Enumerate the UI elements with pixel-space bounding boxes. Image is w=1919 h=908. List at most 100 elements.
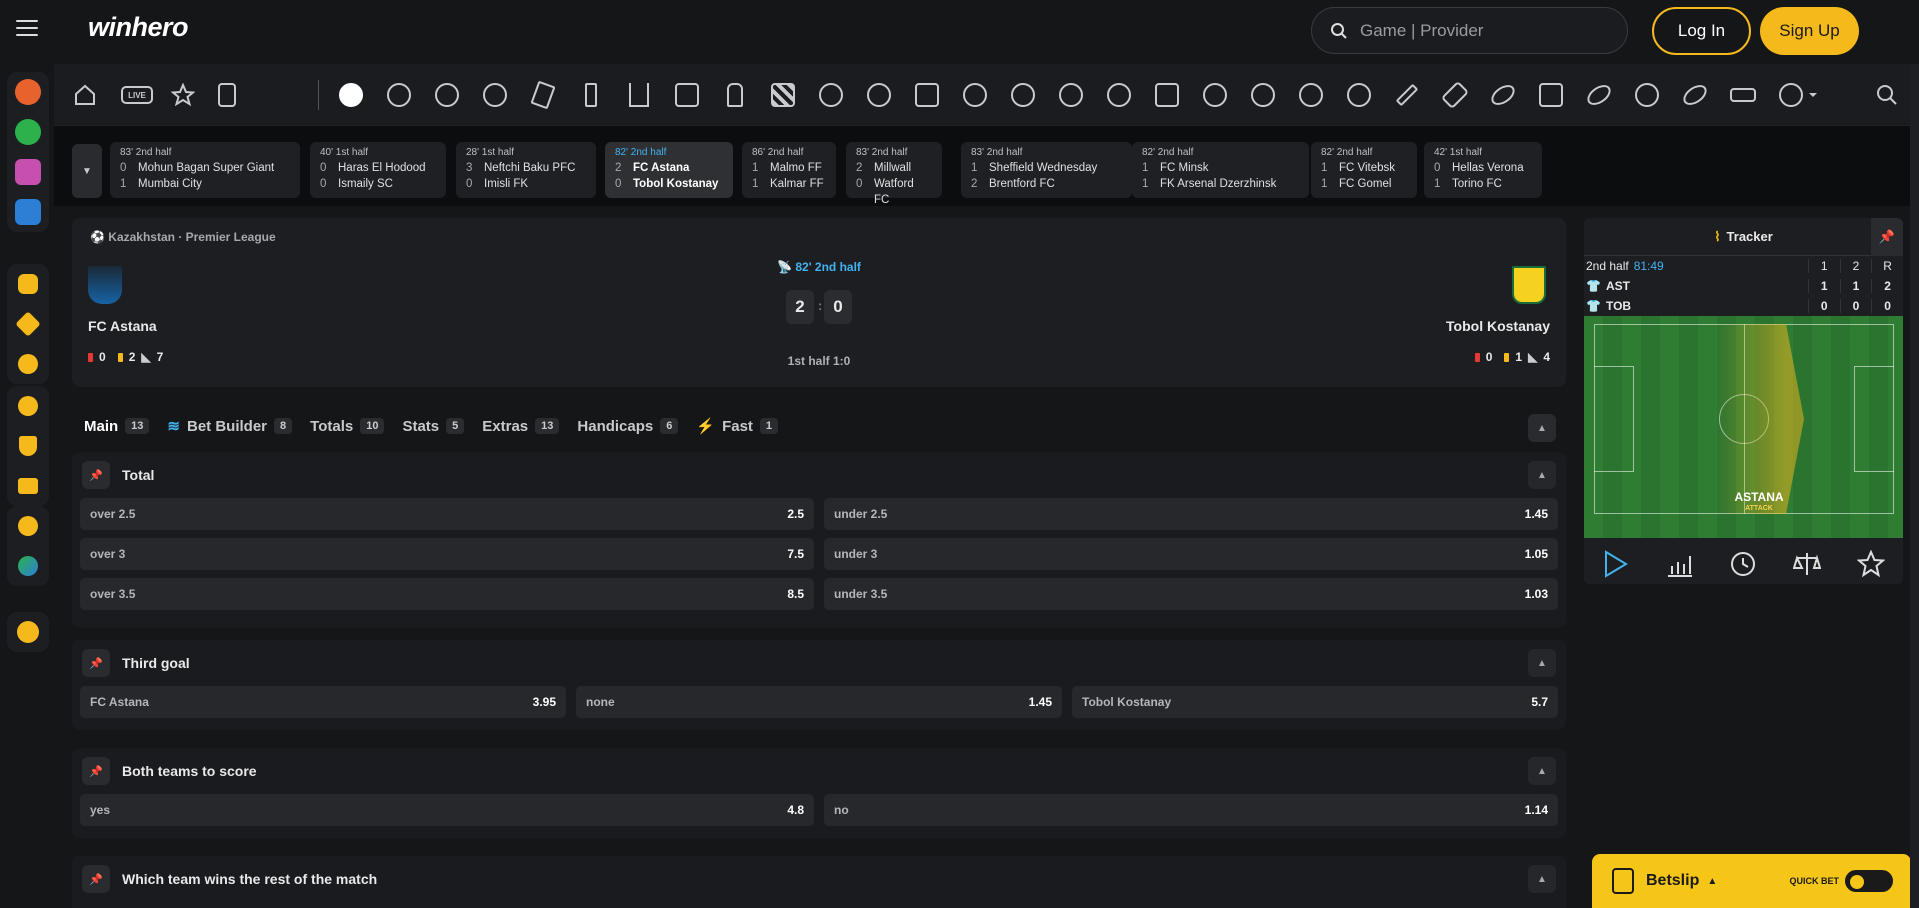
odd-button[interactable]: no 1.14 xyxy=(824,794,1558,826)
dice-icon[interactable] xyxy=(7,264,49,304)
lol-icon[interactable] xyxy=(912,80,942,110)
live-match-card-selected[interactable]: 82' 2nd half 2 FC Astana 0 Tobol Kostanay xyxy=(605,142,733,198)
market-collapse-button[interactable]: ▲ xyxy=(1528,461,1556,489)
dota-icon[interactable] xyxy=(672,80,702,110)
scrollbar[interactable] xyxy=(1910,64,1919,908)
odd-button[interactable]: over 3 7.5 xyxy=(80,538,814,570)
cs-icon[interactable] xyxy=(576,80,606,110)
badminton-icon[interactable] xyxy=(1248,80,1278,110)
signup-button[interactable]: Sign Up xyxy=(1760,7,1859,55)
mma-icon[interactable] xyxy=(1728,80,1758,110)
play-icon[interactable] xyxy=(1601,549,1631,579)
betslip-history-icon[interactable] xyxy=(212,80,242,110)
download-icon[interactable] xyxy=(7,612,49,652)
rugby-icon[interactable] xyxy=(1056,80,1086,110)
rugby-ball-icon[interactable] xyxy=(1583,80,1615,110)
sports-icon[interactable] xyxy=(7,72,49,112)
odd-button[interactable]: over 2.5 2.5 xyxy=(80,498,814,530)
collapse-all-button[interactable]: ▲ xyxy=(1528,414,1556,442)
trophy-icon[interactable] xyxy=(7,426,49,466)
market-collapse-button[interactable]: ▲ xyxy=(1528,865,1556,893)
betslip-panel[interactable]: Betslip ▲ QUICK BET xyxy=(1592,854,1911,908)
hockey-icon[interactable] xyxy=(528,80,558,110)
aussie-rules-icon[interactable] xyxy=(1679,80,1711,110)
tab-totals[interactable]: Totals 10 xyxy=(310,418,385,435)
odd-button[interactable]: yes 4.8 xyxy=(80,794,814,826)
live-match-card[interactable]: 82' 2nd half 1 FC Vitebsk 1 FC Gomel xyxy=(1311,142,1417,198)
cricket-icon[interactable] xyxy=(1392,80,1422,110)
chess-icon[interactable] xyxy=(720,80,750,110)
odd-button[interactable]: over 3.5 8.5 xyxy=(80,578,814,610)
pin-icon[interactable]: 📌 xyxy=(82,865,110,893)
volta-icon[interactable] xyxy=(960,80,990,110)
tennis-icon[interactable] xyxy=(7,344,49,384)
pin-icon[interactable]: 📌 xyxy=(82,757,110,785)
quick-bet-toggle[interactable] xyxy=(1845,870,1893,892)
tab-main[interactable]: Main 13 xyxy=(84,418,150,435)
promo-chest-icon[interactable] xyxy=(7,192,49,232)
live-match-card[interactable]: 83' 2nd half 0 Mohun Bagan Super Giant 1M… xyxy=(110,142,300,198)
tab-handicaps[interactable]: Handicaps 6 xyxy=(577,418,679,435)
search-sports-icon[interactable] xyxy=(1872,80,1902,110)
live-icon[interactable]: LIVE xyxy=(120,80,154,110)
american-football-icon[interactable] xyxy=(1487,80,1519,110)
football-icon[interactable] xyxy=(336,80,366,110)
boxing-icon[interactable] xyxy=(1152,80,1182,110)
tab-extras[interactable]: Extras 13 xyxy=(482,418,560,435)
tab-bet-builder[interactable]: ≋ Bet Builder 8 xyxy=(167,417,293,435)
esports-football-icon[interactable] xyxy=(384,80,414,110)
tracker-pin-button[interactable]: 📌 xyxy=(1871,218,1903,256)
table-tennis-icon[interactable] xyxy=(1104,80,1134,110)
bonus-icon[interactable] xyxy=(7,386,49,426)
market-collapse-button[interactable]: ▲ xyxy=(1528,649,1556,677)
penalty-icon[interactable] xyxy=(1008,80,1038,110)
stats-chart-icon[interactable] xyxy=(1665,549,1695,579)
chat-icon[interactable] xyxy=(7,506,49,546)
odd-button[interactable]: Tobol Kostanay 5.7 xyxy=(1072,686,1558,718)
volleyball-icon[interactable] xyxy=(864,80,894,110)
live-match-card[interactable]: 86' 2nd half 1 Malmo FF 1 Kalmar FF xyxy=(742,142,836,198)
live-match-card[interactable]: 82' 2nd half 1 FC Minsk 1 FK Arsenal Dzerz… xyxy=(1132,142,1309,198)
tab-stats[interactable]: Stats 5 xyxy=(402,418,465,435)
login-button[interactable]: Log In xyxy=(1652,7,1751,55)
crown-icon[interactable] xyxy=(7,466,49,506)
odd-button[interactable]: FC Astana 3.95 xyxy=(80,686,566,718)
odd-button[interactable]: under 2.5 1.45 xyxy=(824,498,1558,530)
racing-flag-icon[interactable] xyxy=(768,80,798,110)
search-input[interactable]: Game | Provider xyxy=(1311,7,1628,54)
pin-icon[interactable]: 📌 xyxy=(82,649,110,677)
favorites-star-icon[interactable] xyxy=(168,80,198,110)
favorite-star-icon[interactable] xyxy=(1856,549,1886,579)
odd-button[interactable]: none 1.45 xyxy=(576,686,1062,718)
more-sports-icon[interactable] xyxy=(1776,80,1806,110)
market-collapse-button[interactable]: ▲ xyxy=(1528,757,1556,785)
esports-basketball-icon[interactable] xyxy=(1296,80,1326,110)
tennis-icon[interactable] xyxy=(480,80,510,110)
basketball-icon[interactable] xyxy=(432,80,462,110)
blitz-icon[interactable] xyxy=(1344,80,1374,110)
live-match-card[interactable]: 28' 1st half 3 Neftchi Baku PFC 0 Imisli F… xyxy=(456,142,596,198)
esports-tennis-icon[interactable] xyxy=(1200,80,1230,110)
menu-icon[interactable] xyxy=(16,20,38,36)
tab-fast[interactable]: ⚡ Fast 1 xyxy=(696,417,779,435)
pin-icon[interactable]: 📌 xyxy=(82,461,110,489)
esports-ball-icon[interactable] xyxy=(1536,80,1566,110)
lineups-icon[interactable] xyxy=(1792,549,1822,579)
valorant-icon[interactable] xyxy=(624,80,654,110)
logo[interactable]: winhero xyxy=(88,12,189,43)
diamond-icon[interactable] xyxy=(7,304,49,344)
live-match-card[interactable]: 42' 1st half 0 Hellas Verona 1 Torino FC xyxy=(1424,142,1542,198)
live-match-card[interactable]: 83' 2nd half 2 Millwall 0 Watford FC xyxy=(846,142,942,206)
hockey-puck-icon[interactable] xyxy=(1632,80,1662,110)
live-match-card[interactable]: 83' 2nd half 1 Sheffield Wednesday 2 Brent… xyxy=(961,142,1132,198)
darts-icon[interactable] xyxy=(1440,80,1470,110)
live-casino-icon[interactable] xyxy=(7,152,49,192)
chevron-down-icon[interactable] xyxy=(1806,80,1820,110)
odd-button[interactable]: under 3 1.05 xyxy=(824,538,1558,570)
virtual-horse-icon[interactable] xyxy=(816,80,846,110)
globe-icon[interactable] xyxy=(7,546,49,586)
timeline-icon[interactable] xyxy=(1728,549,1758,579)
casino-icon[interactable] xyxy=(7,112,49,152)
live-match-card[interactable]: 40' 1st half 0 Haras El Hodood 0 Ismaily S… xyxy=(310,142,446,198)
league-breadcrumb[interactable]: ⚽ Kazakhstan · Premier League xyxy=(90,230,276,244)
